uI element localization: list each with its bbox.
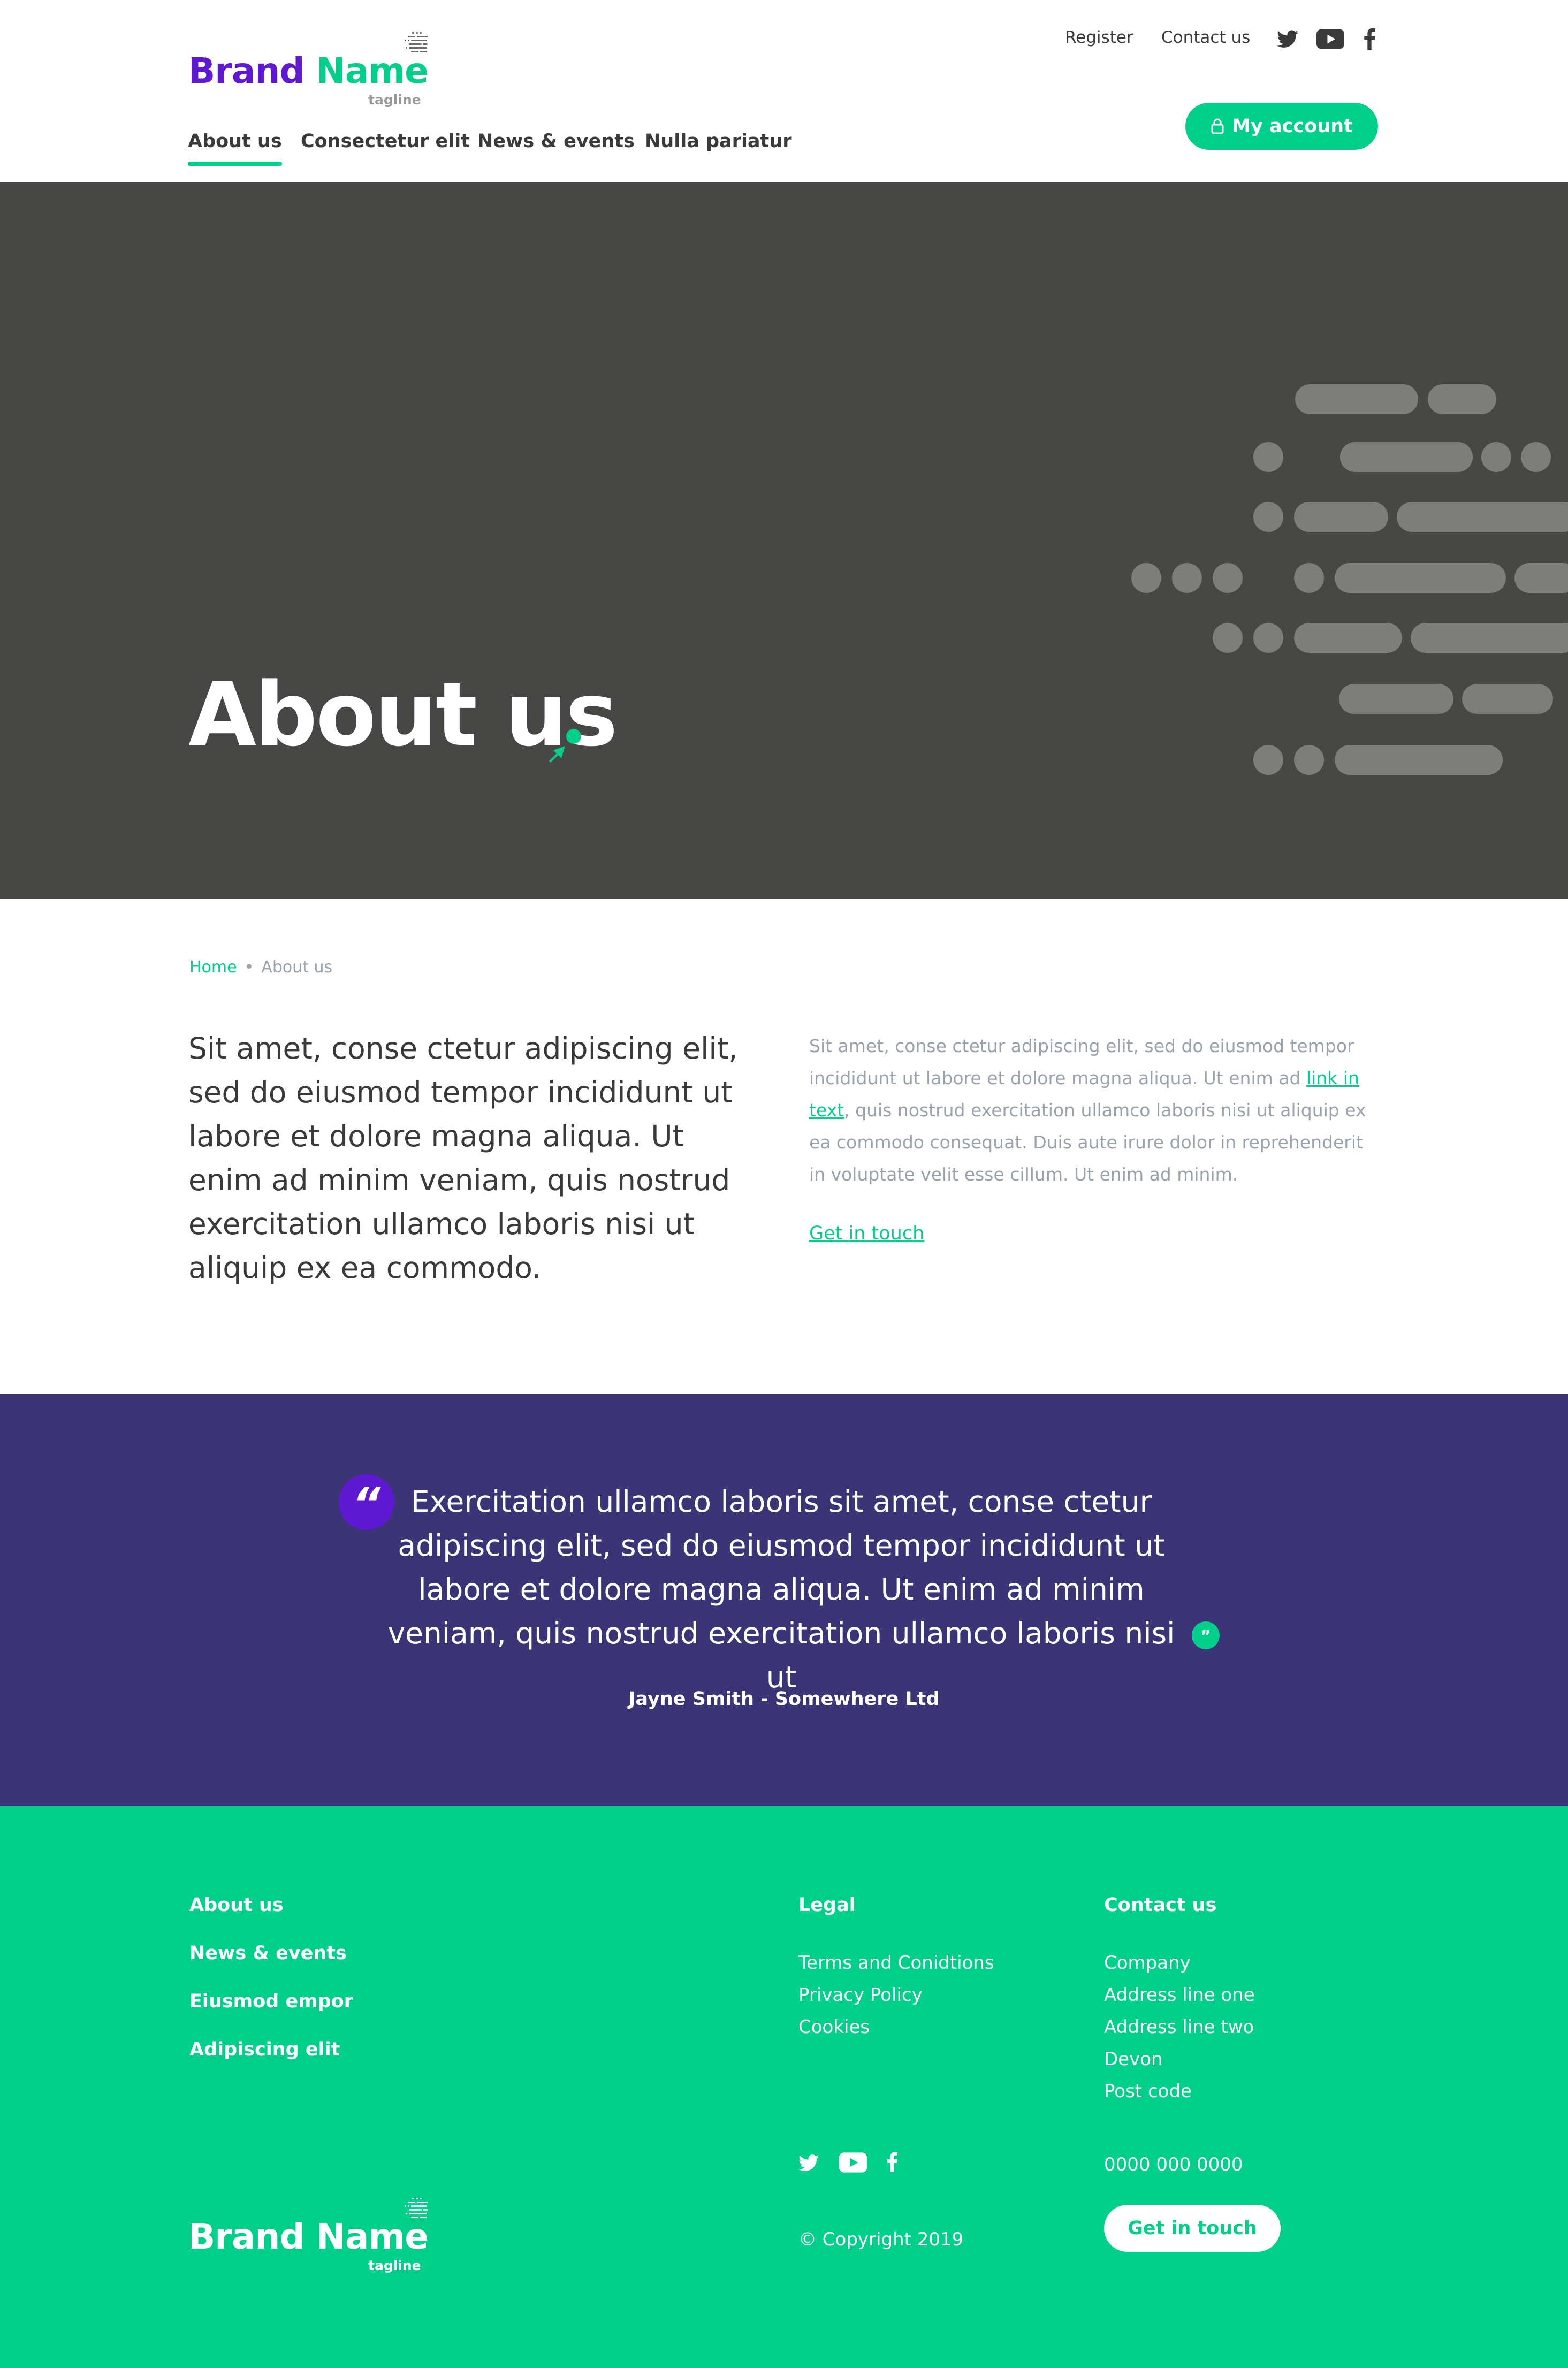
- pattern-pill: [1295, 384, 1418, 414]
- brand-name-part2: Name: [316, 50, 429, 92]
- contact-phone[interactable]: 0000 000 0000: [1104, 2154, 1243, 2175]
- pattern-pill: [1514, 563, 1568, 593]
- hero-banner: About us: [0, 182, 1568, 899]
- facebook-icon[interactable]: [1364, 28, 1375, 50]
- footer-nav-adipiscing-elit[interactable]: Adipiscing elit: [189, 2039, 353, 2087]
- pattern-pill: [1339, 684, 1453, 714]
- pattern-pill: [1335, 563, 1506, 593]
- footer-get-in-touch-button[interactable]: Get in touch: [1104, 2205, 1281, 2252]
- breadcrumb-home-link[interactable]: Home: [189, 958, 237, 977]
- address-line-one: Address line one: [1104, 1984, 1255, 2006]
- breadcrumb-separator: •: [244, 958, 254, 977]
- get-in-touch-link[interactable]: Get in touch: [809, 1223, 924, 1244]
- body-paragraph: Sit amet, conse ctetur adipiscing elit, …: [809, 1030, 1376, 1191]
- pattern-pill: [1397, 502, 1568, 532]
- pattern-pill: [1428, 384, 1496, 414]
- pattern-dot: [1481, 442, 1511, 472]
- site-footer: About us News & events Eiusmod empor Adi…: [0, 1806, 1568, 2368]
- brand-logo[interactable]: Brand Name tagline: [188, 31, 435, 111]
- footer-social-links: [798, 2151, 905, 2178]
- pattern-dot: [1253, 745, 1283, 775]
- address-company: Company: [1104, 1952, 1191, 1974]
- footer-privacy-link[interactable]: Privacy Policy: [798, 1979, 994, 2011]
- address-post-code: Post code: [1104, 2081, 1192, 2102]
- nav-item-news-events[interactable]: News & events: [477, 131, 635, 152]
- twitter-icon[interactable]: [798, 2154, 819, 2174]
- footer-navigation: About us News & events Eiusmod empor Adi…: [189, 1894, 353, 2087]
- breadcrumb: Home • About us: [189, 958, 332, 977]
- footer-nav-eiusmod-empor[interactable]: Eiusmod empor: [189, 1991, 353, 2039]
- footer-brand-tagline: tagline: [368, 2258, 421, 2273]
- pattern-pill: [1340, 442, 1473, 472]
- pattern-dot: [1131, 563, 1161, 593]
- site-header: Brand Name tagline Register Contact us A…: [0, 0, 1568, 182]
- address-county: Devon: [1104, 2049, 1163, 2070]
- brand-tagline: tagline: [368, 92, 421, 108]
- twitter-icon[interactable]: [1277, 30, 1298, 48]
- pattern-pill: [1335, 745, 1503, 775]
- facebook-icon[interactable]: [887, 2151, 897, 2175]
- pattern-pill: [1462, 684, 1553, 714]
- pattern-dot: [1521, 442, 1551, 472]
- lock-icon: [1211, 118, 1224, 134]
- pattern-dot: [1213, 563, 1243, 593]
- footer-cookies-link[interactable]: Cookies: [798, 2011, 994, 2043]
- brand-name-part1: Brand: [188, 2216, 305, 2257]
- brand-name-part2: Name: [316, 2216, 429, 2257]
- my-account-button[interactable]: My account: [1185, 103, 1378, 150]
- footer-legal-column: Legal Terms and Conidtions Privacy Polic…: [798, 1894, 994, 2043]
- close-quote-icon: ”: [1192, 1621, 1220, 1649]
- pattern-dot: [1253, 623, 1283, 653]
- footer-legal-heading: Legal: [798, 1894, 856, 1916]
- brand-name-part1: Brand: [188, 50, 305, 92]
- pattern-dot: [1294, 745, 1324, 775]
- testimonial-quote: Exercitation ullamco laboris sit amet, c…: [387, 1484, 1175, 1694]
- youtube-icon[interactable]: [839, 2152, 867, 2175]
- nav-item-consectetur-elit[interactable]: Consectetur elit: [301, 131, 470, 152]
- footer-nav-about-us[interactable]: About us: [189, 1894, 353, 1943]
- pattern-pill: [1294, 623, 1402, 653]
- pattern-pill: [1411, 623, 1568, 653]
- body-text-after-link: , quis nostrud exercitation ullamco labo…: [809, 1100, 1366, 1185]
- footer-brand-logo[interactable]: Brand Name tagline: [188, 2197, 435, 2277]
- nav-item-about-us[interactable]: About us: [188, 131, 282, 166]
- footer-brand-name: Brand Name: [188, 2216, 429, 2257]
- my-account-label: My account: [1232, 116, 1353, 137]
- testimonial-author: Jayne Smith - Somewhere Ltd: [628, 1688, 940, 1710]
- pattern-dot: [1213, 623, 1243, 653]
- pattern-dot: [1294, 563, 1324, 593]
- contact-link[interactable]: Contact us: [1161, 28, 1250, 47]
- footer-contact-heading: Contact us: [1104, 1894, 1217, 1916]
- address-line-two: Address line two: [1104, 2016, 1254, 2038]
- register-link[interactable]: Register: [1065, 28, 1133, 47]
- nav-item-nulla-pariatur[interactable]: Nulla pariatur: [645, 131, 791, 152]
- title-accent-dot: [566, 729, 581, 744]
- footer-terms-link[interactable]: Terms and Conidtions: [798, 1947, 994, 1979]
- pattern-dot: [1253, 502, 1283, 532]
- breadcrumb-current: About us: [261, 958, 333, 977]
- pattern-pill: [1294, 502, 1388, 532]
- body-text-before-link: Sit amet, conse ctetur adipiscing elit, …: [809, 1035, 1354, 1088]
- pattern-dot: [1253, 442, 1283, 472]
- pattern-dot: [1172, 563, 1202, 593]
- copyright-notice: © Copyright 2019: [798, 2229, 964, 2250]
- footer-nav-news-events[interactable]: News & events: [189, 1943, 353, 1991]
- brand-name: Brand Name: [188, 50, 429, 92]
- footer-contact-column: Contact us Company Address line one Addr…: [1104, 1894, 1255, 2107]
- youtube-icon[interactable]: [1316, 29, 1344, 49]
- cursor-arrow-icon: [549, 746, 565, 763]
- lead-paragraph: Sit amet, conse ctetur adipiscing elit, …: [188, 1031, 738, 1285]
